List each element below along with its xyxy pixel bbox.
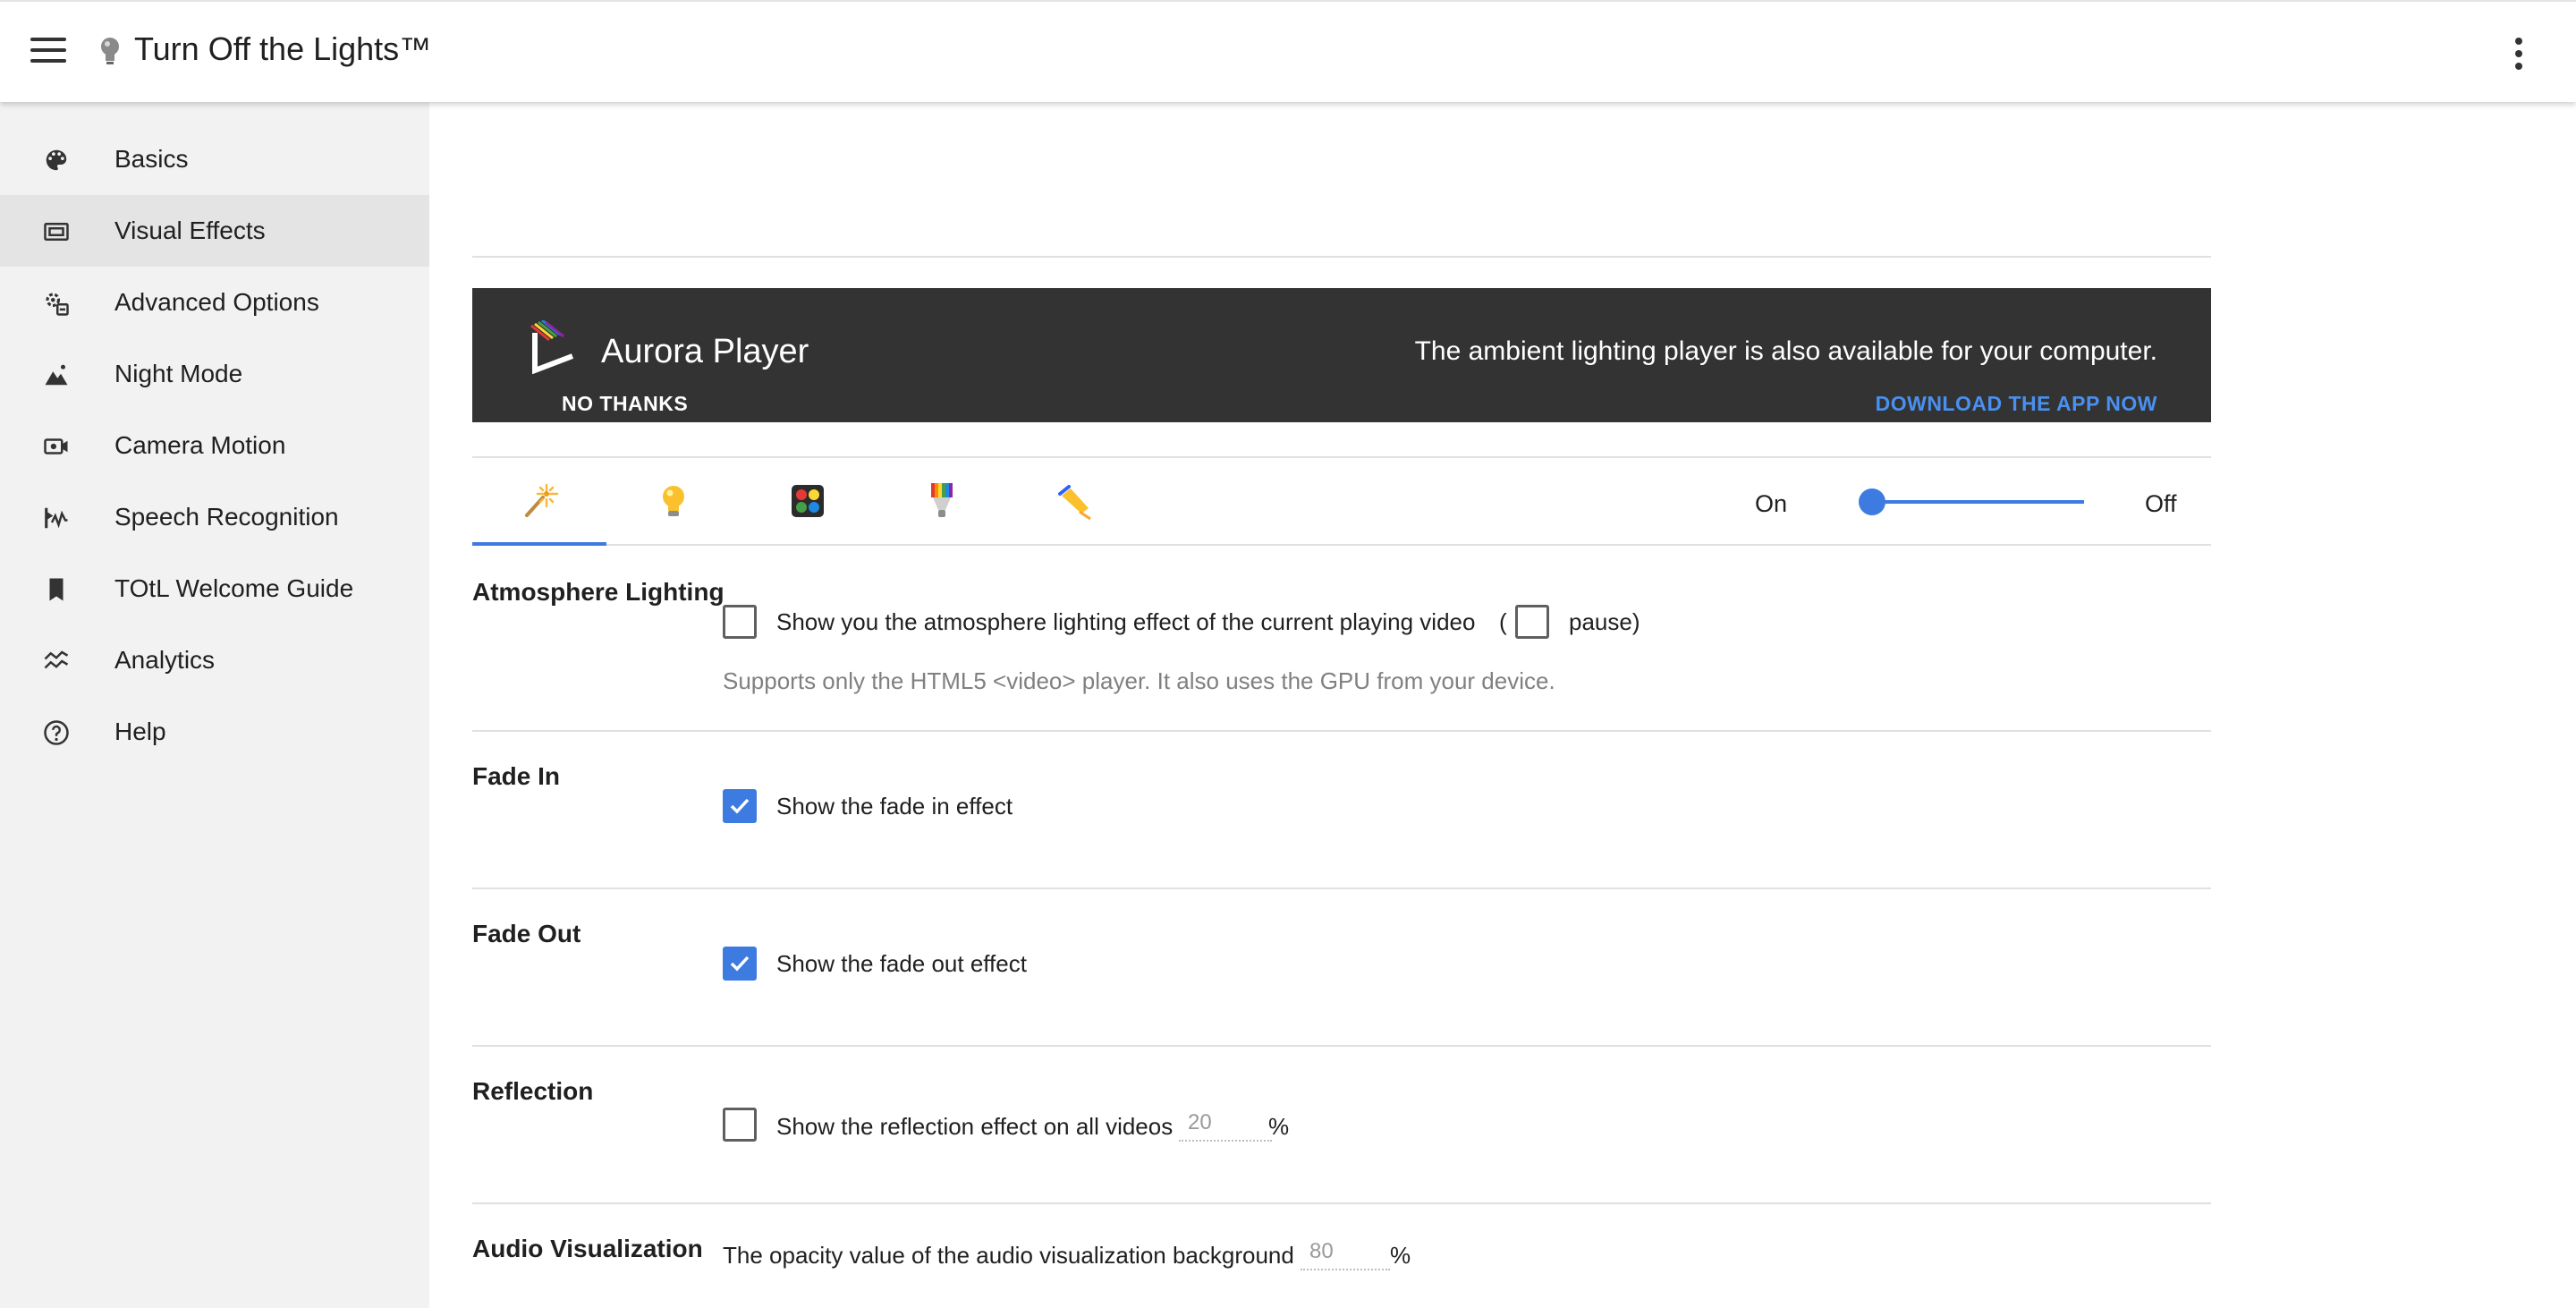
analytics-icon: [43, 648, 70, 675]
fade-out-label: Show the fade out effect: [776, 950, 1027, 977]
magic-wand-icon: [525, 483, 559, 517]
reflection-checkbox[interactable]: [723, 1108, 757, 1142]
sidebar: Basics Visual Effects Advanced Options N…: [0, 102, 429, 1308]
divider: [472, 888, 2211, 889]
sidebar-item-label: Camera Motion: [114, 431, 286, 459]
effects-tab-bar: On Off: [472, 458, 2211, 546]
atmosphere-pause-checkbox[interactable]: [1515, 605, 1549, 639]
aurora-player-logo-icon: [530, 320, 574, 374]
checkmark-icon: [730, 798, 750, 814]
sidebar-item-speech-recognition[interactable]: Speech Recognition: [0, 481, 429, 553]
speech-wave-icon: [43, 505, 70, 531]
landscape-icon: [43, 361, 70, 388]
sidebar-item-label: Speech Recognition: [114, 503, 339, 531]
slider-track: [1860, 500, 2084, 504]
divider: [472, 1045, 2211, 1047]
pause-open-paren: (: [1499, 608, 1507, 635]
lightbulb-icon: [663, 486, 684, 516]
audio-visualization-title: Audio Visualization: [472, 1235, 703, 1262]
divider: [472, 1202, 2211, 1204]
no-thanks-button[interactable]: NO THANKS: [562, 392, 688, 416]
toggle-off-label: Off: [2145, 490, 2177, 517]
tab-lightbulb[interactable]: [606, 458, 741, 544]
sidebar-item-label: Analytics: [114, 646, 216, 674]
help-icon: [43, 719, 70, 746]
video-frame-icon: [43, 218, 70, 245]
main-content: Aurora Player The ambient lighting playe…: [472, 102, 2211, 1308]
camera-motion-icon: [43, 433, 70, 460]
audio-opacity-input[interactable]: [1301, 1235, 1390, 1270]
sidebar-item-label: Basics: [114, 145, 189, 173]
app-title: Turn Off the Lights™: [134, 30, 432, 67]
sidebar-item-welcome-guide[interactable]: TOtL Welcome Guide: [0, 553, 429, 624]
sidebar-item-label: Visual Effects: [114, 217, 266, 244]
atmosphere-hint: Supports only the HTML5 <video> player. …: [723, 667, 1555, 694]
more-options-icon[interactable]: [2513, 38, 2524, 72]
audio-opacity-unit: %: [1390, 1242, 1411, 1269]
atmosphere-lighting-checkbox[interactable]: [723, 605, 757, 639]
reflection-percent-input[interactable]: [1179, 1106, 1272, 1142]
flashlight-icon: [1058, 485, 1091, 521]
slider-thumb[interactable]: [1859, 488, 1885, 515]
sidebar-item-label: Night Mode: [114, 360, 243, 387]
pause-label: pause): [1569, 608, 1640, 635]
tab-flashlight[interactable]: [1009, 458, 1143, 544]
fade-out-title: Fade Out: [472, 920, 581, 947]
sidebar-item-help[interactable]: Help: [0, 696, 429, 768]
banner-message: The ambient lighting player is also avai…: [1414, 336, 2157, 366]
atmosphere-lighting-title: Atmosphere Lighting: [472, 578, 724, 606]
sidebar-item-label: Help: [114, 718, 166, 745]
tab-color-grid[interactable]: [741, 458, 875, 544]
sidebar-item-advanced-options[interactable]: Advanced Options: [0, 267, 429, 338]
sidebar-item-label: TOtL Welcome Guide: [114, 574, 354, 602]
download-app-button[interactable]: DOWNLOAD THE APP NOW: [1876, 392, 2157, 416]
reflection-label: Show the reflection effect on all videos: [776, 1113, 1174, 1140]
sidebar-item-analytics[interactable]: Analytics: [0, 624, 429, 696]
fade-in-label: Show the fade in effect: [776, 793, 1013, 820]
sidebar-item-night-mode[interactable]: Night Mode: [0, 338, 429, 410]
reflection-percent-unit: %: [1268, 1113, 1290, 1140]
fade-out-checkbox[interactable]: [723, 947, 757, 981]
bookmark-icon: [43, 576, 70, 603]
app-bar: Turn Off the Lights™: [0, 0, 2576, 102]
lightbulb-logo-icon: [101, 38, 119, 64]
divider: [472, 256, 2211, 258]
sidebar-item-label: Advanced Options: [114, 288, 319, 316]
fade-in-checkbox[interactable]: [723, 789, 757, 823]
atmosphere-lighting-label: Show you the atmosphere lighting effect …: [776, 608, 1476, 635]
fade-in-title: Fade In: [472, 762, 561, 790]
on-off-slider[interactable]: [1857, 487, 2084, 517]
promo-banner: Aurora Player The ambient lighting playe…: [472, 288, 2211, 422]
reflection-title: Reflection: [472, 1077, 594, 1105]
advanced-settings-icon: [43, 290, 70, 317]
sidebar-item-camera-motion[interactable]: Camera Motion: [0, 410, 429, 481]
color-palette-grid-icon: [792, 485, 824, 517]
palette-icon: [43, 147, 70, 174]
sidebar-item-visual-effects[interactable]: Visual Effects: [0, 195, 429, 267]
banner-title: Aurora Player: [601, 333, 809, 370]
divider: [472, 730, 2211, 732]
tab-magic-wand[interactable]: [472, 458, 606, 546]
tab-rainbow-bulb[interactable]: [875, 458, 1009, 544]
checkmark-icon: [730, 956, 750, 972]
sidebar-item-basics[interactable]: Basics: [0, 123, 429, 195]
toggle-on-label: On: [1755, 490, 1788, 517]
menu-icon[interactable]: [30, 38, 66, 66]
audio-visualization-label: The opacity value of the audio visualiza…: [723, 1242, 1294, 1269]
rainbow-bulb-icon: [931, 483, 953, 517]
